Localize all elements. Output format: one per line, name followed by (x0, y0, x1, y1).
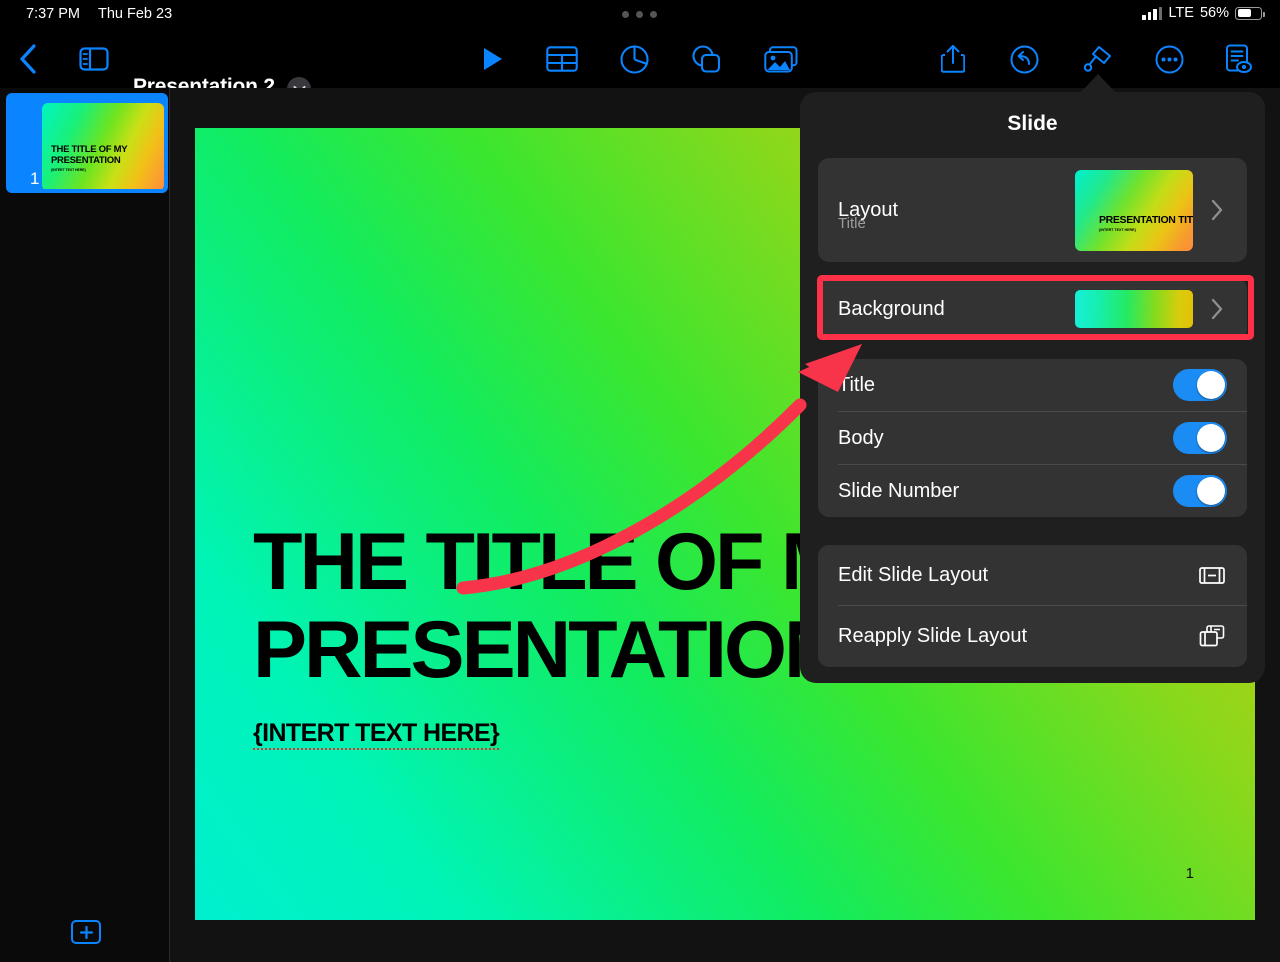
popover-title: Slide (1007, 112, 1058, 135)
misspelled-word[interactable]: {INTERT TEXT HERE} (253, 719, 500, 750)
background-row[interactable]: Background (818, 278, 1247, 340)
status-time: 7:37 PM (26, 6, 80, 22)
chart-pie-icon[interactable] (614, 30, 654, 88)
toggle-label-body: Body (838, 426, 884, 449)
layout-thumb-subtitle: {INTERT TEXT HERE} (1099, 227, 1136, 232)
status-bar: 7:37 PM Thu Feb 23 LTE 56% (0, 0, 1280, 30)
layout-group: Layout Title PRESENTATION TITLE {INTERT … (818, 158, 1247, 262)
status-bar-right: LTE 56% (1142, 5, 1265, 21)
add-slide-plus-icon[interactable] (71, 920, 101, 944)
edit-slide-layout-icon (1197, 563, 1227, 587)
reapply-slide-layout-row[interactable]: Reapply Slide Layout (818, 606, 1247, 666)
sidebar-toggle-icon[interactable] (76, 30, 112, 88)
toggle-label-slide-number: Slide Number (838, 479, 960, 502)
background-label: Background (838, 297, 945, 320)
cellular-bars-icon (1142, 6, 1163, 20)
toggle-switch-slide-number[interactable] (1173, 475, 1227, 507)
play-icon[interactable] (473, 30, 513, 88)
edit-slide-layout-label: Edit Slide Layout (838, 563, 989, 586)
status-battery-percent: 56% (1199, 5, 1229, 21)
shapes-icon[interactable] (686, 30, 726, 88)
gradient-swatch[interactable] (1075, 290, 1193, 328)
back-chevron-icon[interactable] (8, 30, 48, 88)
thumbnail-slide-number: 1 (30, 169, 40, 188)
more-ellipsis-icon[interactable] (1149, 30, 1189, 88)
placeholder-toggles-group: Title Body Slide Number (818, 359, 1247, 517)
document-notes-icon[interactable] (1218, 30, 1258, 88)
slide-thumbnail-1[interactable]: 1 THE TITLE OF MY PRESENTATION {INTERT T… (6, 93, 168, 193)
status-bar-left: 7:37 PM Thu Feb 23 (26, 6, 172, 22)
edit-slide-layout-row[interactable]: Edit Slide Layout (818, 545, 1247, 605)
chevron-right-icon (1207, 298, 1227, 320)
layout-thumb-title: PRESENTATION TITLE (1099, 213, 1193, 226)
share-icon[interactable] (933, 30, 973, 88)
slide-number-label: 1 (1185, 865, 1194, 882)
background-group: Background (818, 278, 1247, 340)
slide-navigator-sidebar: 1 THE TITLE OF MY PRESENTATION {INTERT T… (0, 88, 169, 962)
layout-actions-group: Edit Slide Layout Reapply Slide Layout (818, 545, 1247, 667)
slide-body-textbox[interactable]: {INTERT TEXT HERE} (253, 719, 500, 750)
layout-label: Layout (838, 198, 899, 221)
thumbnail-body-text: {INTERT TEXT HERE} (51, 168, 86, 172)
popover-pointer-arrow (1079, 74, 1117, 94)
reapply-slide-layout-label: Reapply Slide Layout (838, 624, 1028, 647)
ipad-keynote-screen: 7:37 PM Thu Feb 23 LTE 56% Presentation … (0, 0, 1280, 962)
multitasking-handle-icon[interactable] (622, 11, 657, 18)
layout-preview-thumbnail[interactable]: PRESENTATION TITLE {INTERT TEXT HERE} (1075, 169, 1193, 251)
layout-sublabel: Title (838, 215, 866, 232)
layout-row[interactable]: Layout Title PRESENTATION TITLE {INTERT … (818, 158, 1247, 262)
reapply-slide-layout-icon (1197, 624, 1227, 648)
toggle-switch-title[interactable] (1173, 369, 1227, 401)
toggle-row-body[interactable]: Body (818, 412, 1247, 464)
toggle-row-slide-number[interactable]: Slide Number (818, 465, 1247, 517)
toggle-label-title: Title (838, 373, 876, 396)
table-icon[interactable] (542, 30, 582, 88)
toggle-row-title[interactable]: Title (818, 359, 1247, 411)
thumbnail-canvas: THE TITLE OF MY PRESENTATION {INTERT TEX… (42, 103, 164, 189)
media-image-icon[interactable] (760, 30, 802, 88)
undo-icon[interactable] (1004, 30, 1044, 88)
battery-icon (1235, 6, 1265, 20)
toggle-switch-body[interactable] (1173, 422, 1227, 454)
thumbnail-title-text: THE TITLE OF MY PRESENTATION (51, 144, 128, 166)
status-network: LTE (1168, 5, 1194, 21)
status-date: Thu Feb 23 (98, 6, 173, 22)
chevron-right-icon (1207, 199, 1227, 221)
slide-format-popover: Slide Layout Title PRESENTATION TITLE {I… (800, 92, 1265, 683)
